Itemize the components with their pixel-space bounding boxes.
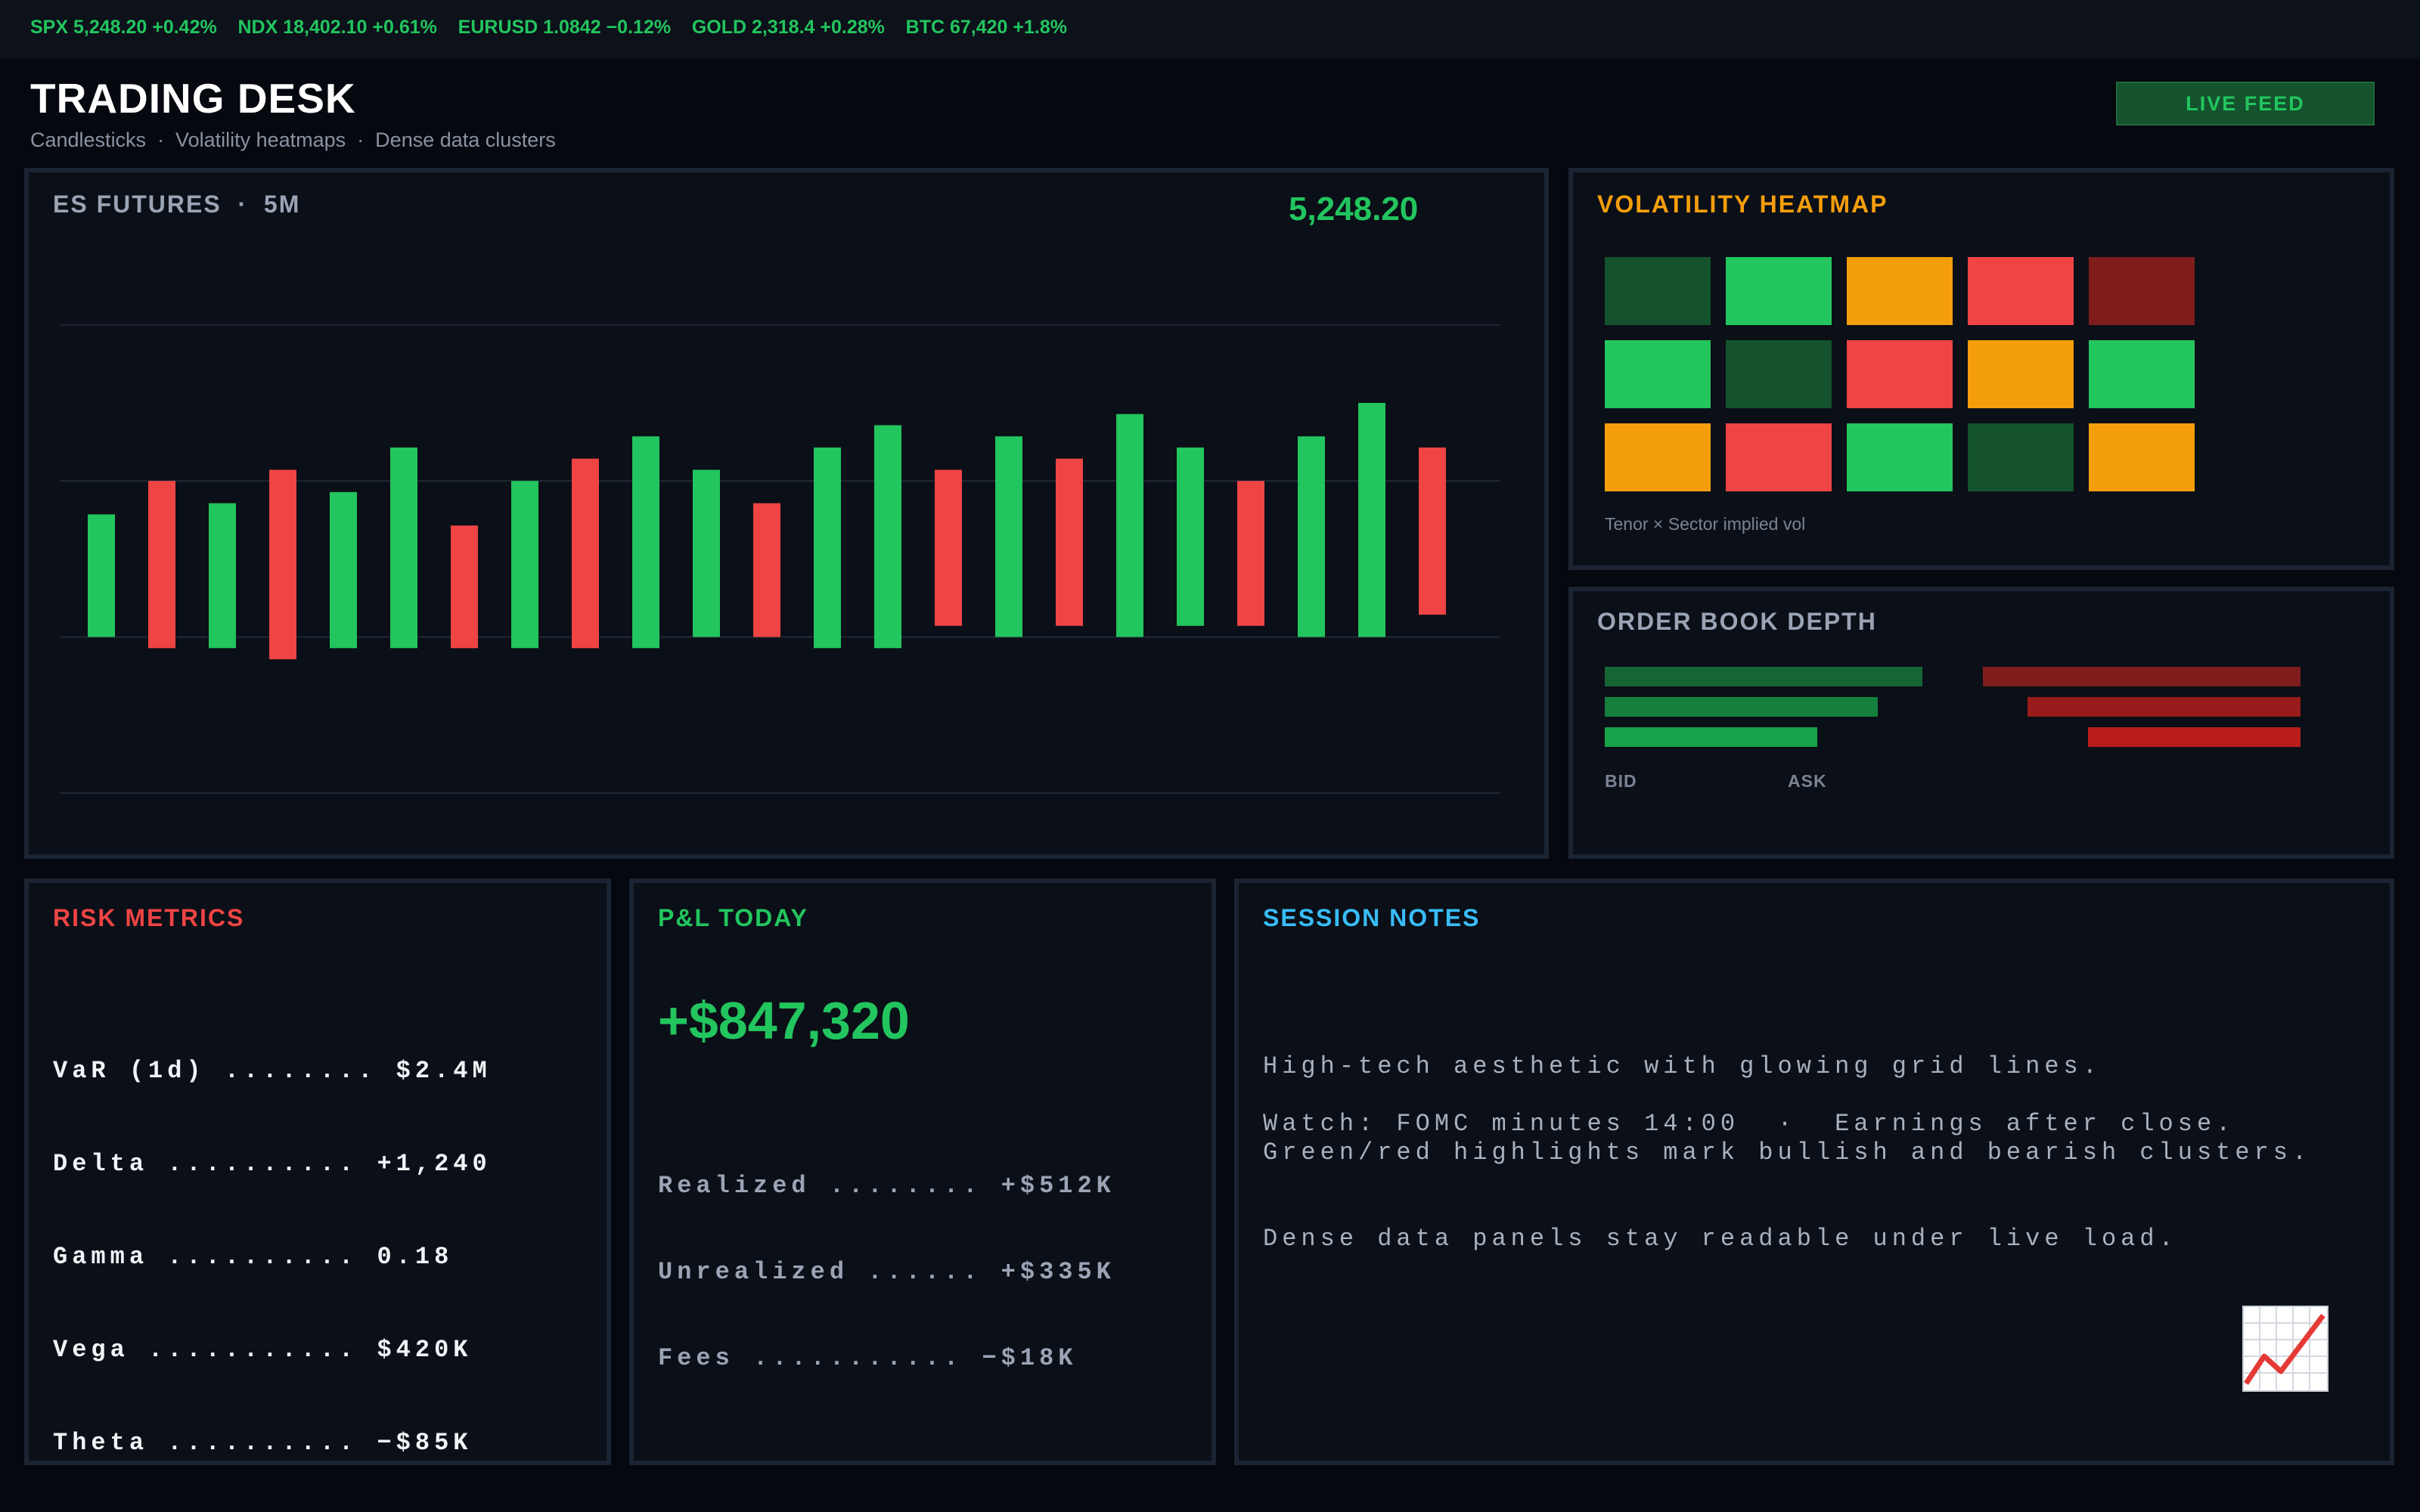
candle-bar: [148, 481, 175, 649]
candle-bar: [995, 436, 1022, 637]
ticker-text: SPX 5,248.20 +0.42% NDX 18,402.10 +0.61%…: [30, 17, 1067, 38]
candle-bar: [814, 447, 841, 649]
candle-bar: [451, 525, 478, 649]
candle-bar: [1177, 447, 1204, 626]
note-line: Dense data panels stay readable under li…: [1263, 1225, 2178, 1253]
risk-panel: RISK METRICS VaR (1d) ........ $2.4M Del…: [24, 878, 611, 1465]
candle-bar: [753, 503, 780, 637]
risk-line: Theta .......... −$85K: [53, 1429, 473, 1457]
candle-bar: [88, 514, 115, 637]
candle-bar: [935, 469, 962, 626]
heatmap-cell[interactable]: [1968, 423, 2074, 491]
candle-bar: [1298, 436, 1325, 637]
notes-title: SESSION NOTES: [1263, 904, 1481, 931]
heatmap-cell[interactable]: [1605, 423, 1711, 491]
heatmap-cell[interactable]: [2089, 423, 2195, 491]
candle-bar: [1419, 447, 1446, 615]
candle-bar: [693, 469, 720, 637]
pnl-breakdown: Realized ........ +$512K Unrealized ....…: [658, 1114, 1115, 1430]
heatmap-cell[interactable]: [1726, 340, 1832, 408]
pnl-line: Unrealized ...... +$335K: [658, 1258, 1115, 1286]
bid-depth-bar: [1605, 697, 1879, 717]
heatmap-cell[interactable]: [1605, 340, 1711, 408]
ticker-bar: SPX 5,248.20 +0.42% NDX 18,402.10 +0.61%…: [0, 0, 2420, 59]
notes-panel: SESSION NOTES High-tech aesthetic with g…: [1234, 878, 2394, 1465]
chart-panel: ES FUTURES · 5M 5,248.20: [24, 168, 1549, 859]
heatmap-cell[interactable]: [1847, 340, 1953, 408]
candle-bar: [330, 491, 357, 649]
risk-line: Delta .......... +1,240: [53, 1150, 492, 1178]
bid-depth-bar: [1605, 667, 1922, 686]
heatmap-panel: VOLATILITY HEATMAP Tenor × Sector implie…: [1568, 168, 2394, 570]
heatmap-cell[interactable]: [1605, 257, 1711, 325]
heatmap-cell[interactable]: [2089, 340, 2195, 408]
candle-bar: [1056, 458, 1083, 626]
orderbook-title: ORDER BOOK DEPTH: [1597, 608, 1877, 635]
pnl-total: +$847,320: [658, 991, 910, 1050]
heatmap-cell[interactable]: [1726, 257, 1832, 325]
note-line: High-tech aesthetic with glowing grid li…: [1263, 1052, 2102, 1080]
page-title: TRADING DESK: [30, 75, 356, 122]
pnl-panel: P&L TODAY +$847,320 Realized ........ +$…: [629, 878, 1216, 1465]
heatmap-cell[interactable]: [1968, 257, 2074, 325]
chart-increasing-icon: [2242, 1306, 2328, 1392]
bid-depth-bar: [1605, 727, 1818, 747]
heatmap-cell[interactable]: [1968, 340, 2074, 408]
risk-line: Vega ........... $420K: [53, 1336, 473, 1364]
candle-bar: [1116, 414, 1143, 637]
heatmap-cell[interactable]: [2089, 257, 2195, 325]
pnl-line: Fees ........... −$18K: [658, 1344, 1078, 1372]
pnl-line: Realized ........ +$512K: [658, 1172, 1115, 1200]
heatmap-caption: Tenor × Sector implied vol: [1605, 514, 1806, 534]
candle-bar: [209, 503, 236, 649]
candle-bar: [1358, 402, 1385, 637]
note-line: Green/red highlights mark bullish and be…: [1263, 1139, 2312, 1167]
risk-list: VaR (1d) ........ $2.4M Delta ..........…: [53, 993, 492, 1512]
notes-watch: Watch: FOMC minutes 14:00 · Earnings aft…: [1263, 1110, 2235, 1138]
notes-text: High-tech aesthetic with glowing grid li…: [1263, 995, 2311, 1311]
heatmap-cell[interactable]: [1847, 257, 1953, 325]
ask-label: ASK: [1788, 771, 1827, 791]
candle-bar: [511, 481, 538, 649]
candle-bar: [572, 458, 599, 649]
risk-line: Gamma .......... 0.18: [53, 1243, 454, 1271]
candlestick-chart: [60, 324, 1500, 795]
heatmap-title: VOLATILITY HEATMAP: [1597, 191, 1888, 218]
candle-bar: [390, 447, 417, 649]
ask-depth-bar: [2027, 697, 2301, 717]
candle-bar: [269, 469, 296, 660]
ask-depth-bar: [1983, 667, 2301, 686]
candle-bar: [632, 436, 659, 649]
candle-bar: [1237, 481, 1264, 626]
live-feed-button[interactable]: LIVE FEED: [2116, 82, 2375, 125]
page-subtitle: Candlesticks · Volatility heatmaps · Den…: [30, 129, 556, 151]
risk-title: RISK METRICS: [53, 904, 245, 931]
bid-label: BID: [1605, 771, 1637, 791]
risk-line: VaR (1d) ........ $2.4M: [53, 1057, 492, 1085]
candle-bar: [874, 425, 901, 649]
heatmap-cell[interactable]: [1847, 423, 1953, 491]
pnl-title: P&L TODAY: [658, 904, 808, 931]
ask-depth-bar: [2087, 727, 2301, 747]
orderbook-panel: ORDER BOOK DEPTH BID ASK: [1568, 587, 2394, 859]
heatmap-cell[interactable]: [1726, 423, 1832, 491]
